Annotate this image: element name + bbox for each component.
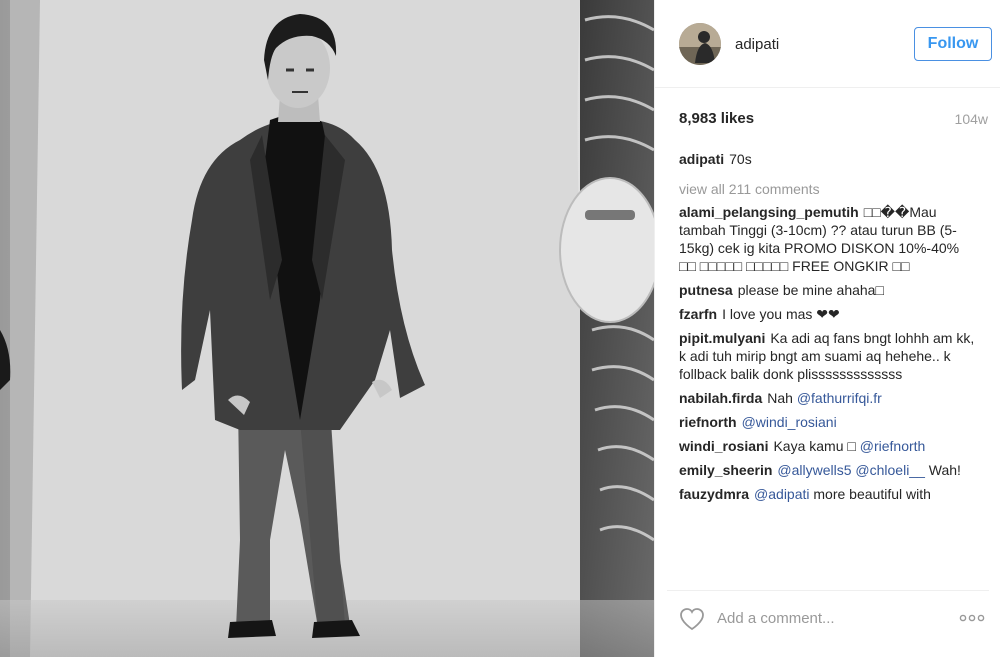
- comment-mention[interactable]: @riefnorth: [860, 438, 926, 454]
- comment-item: nabilah.firda Nah @fathurrifqi.fr: [679, 389, 979, 407]
- view-all-comments-link[interactable]: view all 211 comments: [679, 180, 979, 198]
- follow-button[interactable]: Follow: [914, 27, 992, 61]
- comment-text: Kaya kamu □: [773, 438, 856, 454]
- comment-text: I love you mas ❤❤: [722, 306, 840, 322]
- post-sidebar: adipati Follow 8,983 likes 104w adipati 7…: [654, 0, 1000, 657]
- comment-author[interactable]: fzarfn: [679, 306, 717, 322]
- comment-author[interactable]: windi_rosiani: [679, 438, 768, 454]
- post-header: adipati Follow: [655, 0, 1000, 88]
- comment-footer: [667, 590, 989, 648]
- more-options-icon[interactable]: [959, 613, 985, 623]
- comment-author[interactable]: riefnorth: [679, 414, 737, 430]
- caption-author[interactable]: adipati: [679, 151, 724, 167]
- comment-item: riefnorth @windi_rosiani: [679, 413, 979, 431]
- post-age[interactable]: 104w: [955, 111, 988, 127]
- comment-author[interactable]: nabilah.firda: [679, 390, 762, 406]
- comment-item: alami_pelangsing_pemutih □□��Mau tambah T…: [679, 203, 979, 275]
- comment-item: pipit.mulyani Ka adi aq fans bngt lohhh a…: [679, 329, 979, 383]
- comment-author[interactable]: putnesa: [679, 282, 733, 298]
- avatar[interactable]: [679, 23, 721, 65]
- comment-text: Nah: [767, 390, 793, 406]
- comment-item: fauzydmra @adipati more beautiful with: [679, 485, 979, 503]
- post-caption: adipati 70s: [679, 150, 979, 168]
- comments-list: adipati 70s view all 211 comments alami_p…: [679, 150, 979, 582]
- comment-item: windi_rosiani Kaya kamu □ @riefnorth: [679, 437, 979, 455]
- comment-mention[interactable]: @adipati: [754, 486, 809, 502]
- comment-author[interactable]: alami_pelangsing_pemutih: [679, 204, 859, 220]
- heart-icon[interactable]: [679, 607, 705, 631]
- comment-item: putnesa please be mine ahaha□: [679, 281, 979, 299]
- comment-author[interactable]: fauzydmra: [679, 486, 749, 502]
- avatar-image: [679, 23, 721, 65]
- likes-count[interactable]: 8,983 likes: [679, 110, 754, 127]
- comment-text: please be mine ahaha□: [737, 282, 884, 298]
- comment-author[interactable]: pipit.mulyani: [679, 330, 765, 346]
- post-photo[interactable]: [0, 0, 654, 657]
- comment-text: more beautiful with: [813, 486, 931, 502]
- comment-item: fzarfn I love you mas ❤❤: [679, 305, 979, 323]
- caption-text: 70s: [729, 151, 752, 167]
- post-username[interactable]: adipati: [735, 36, 779, 53]
- post-photo-image: [0, 0, 654, 657]
- add-comment-input[interactable]: [717, 607, 937, 629]
- comment-mention[interactable]: @allywells5 @chloeli__: [777, 462, 925, 478]
- comment-author[interactable]: emily_sheerin: [679, 462, 772, 478]
- comment-mention[interactable]: @windi_rosiani: [742, 414, 837, 430]
- comment-mention[interactable]: @fathurrifqi.fr: [797, 390, 882, 406]
- comment-text: Wah!: [928, 462, 961, 478]
- comment-item: emily_sheerin @allywells5 @chloeli__ Wah!: [679, 461, 979, 479]
